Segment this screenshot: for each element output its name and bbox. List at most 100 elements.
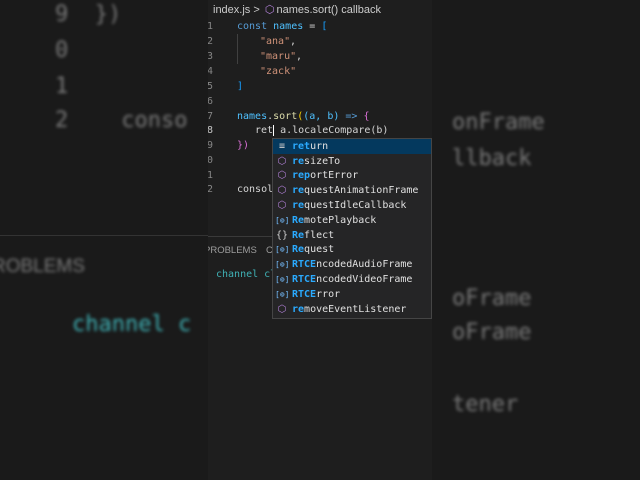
match-text: re <box>292 200 305 212</box>
code-token: names <box>273 21 304 32</box>
blurred-text: ROBLEMS <box>0 256 85 277</box>
code-token: sort <box>273 111 298 122</box>
blurred-background-right: onFrame llback oFrame oFrame tener <box>432 0 640 480</box>
line-number: 2 <box>208 36 214 47</box>
suggestion-item[interactable]: [⊚] RTCE ncodedAudioFrame <box>273 257 431 272</box>
code-token: "zack" <box>260 66 297 77</box>
method-icon: ⬡ <box>277 170 287 182</box>
line-number: 8 <box>208 125 214 136</box>
code-token: const <box>237 21 268 32</box>
line-number: 9 <box>208 140 214 151</box>
match-text: RTCE <box>292 288 317 300</box>
field-icon: [⊚] <box>275 260 290 270</box>
field-icon: [⊚] <box>275 215 290 225</box>
blurred-text: tener <box>452 392 519 417</box>
suggestion-item[interactable]: [⊚] RTCE ncodedVideoFrame <box>273 272 431 287</box>
match-text: RTCE <box>292 259 317 271</box>
method-cube-icon: ⬡ <box>264 4 275 16</box>
suggestion-label: moveEventListener <box>304 303 407 315</box>
line-number: 2 <box>208 184 214 195</box>
suggestion-label: flect <box>304 229 335 241</box>
code-token: (a, b) <box>303 111 340 122</box>
suggestion-label: questAnimationFrame <box>304 185 419 197</box>
suggestion-item[interactable]: ⬡ re moveEventListener <box>273 302 431 317</box>
suggestion-item[interactable]: {} Re flect <box>273 228 431 243</box>
suggestion-label: questIdleCallback <box>304 200 407 212</box>
blurred-text: 1 <box>55 74 69 99</box>
breadcrumb: index.js > ⬡ names.sort() callback <box>213 3 381 16</box>
divider <box>0 235 208 236</box>
suggestion-item[interactable]: ⬡ rep ortError <box>273 169 431 184</box>
code-token: = <box>303 21 322 32</box>
indent-guide <box>237 34 238 64</box>
suggestion-label: ncodedAudioFrame <box>316 259 413 271</box>
blurred-text: oFrame <box>452 286 532 311</box>
match-text: Re <box>292 229 305 241</box>
typed-text: ret <box>255 125 274 136</box>
suggestion-label: ncodedVideoFrame <box>316 274 413 286</box>
line-number: 1 <box>208 21 214 32</box>
method-icon: ⬡ <box>277 155 287 167</box>
line-number: 6 <box>208 96 214 107</box>
code-token: consol <box>237 184 274 195</box>
code-token: "ana" <box>260 36 291 47</box>
suggestion-label: urn <box>310 140 329 152</box>
editor-window: index.js > ⬡ names.sort() callback 1 const… <box>208 0 432 480</box>
field-icon: [⊚] <box>275 245 290 255</box>
match-text: Re <box>292 214 305 226</box>
keyword-icon: ≡ <box>278 140 286 152</box>
line-number: 7 <box>208 111 214 122</box>
line-number: 4 <box>208 66 214 77</box>
code-token: ] <box>237 81 244 92</box>
blurred-text: onFrame <box>452 110 545 135</box>
breadcrumb-separator: > <box>253 4 260 16</box>
match-text: re <box>292 155 305 167</box>
suggestion-item[interactable]: ⬡ re questAnimationFrame <box>273 183 431 198</box>
suggestion-label: ortError <box>310 170 359 182</box>
suggestion-label: sizeTo <box>304 155 341 167</box>
braces-icon: {} <box>275 229 289 241</box>
suggestion-item[interactable]: ≡ ret urn <box>273 139 431 154</box>
suggestion-item[interactable]: [⊚] RTCE rror <box>273 287 431 302</box>
method-icon: ⬡ <box>277 303 287 315</box>
suggestion-item[interactable]: [⊚] Re motePlayback <box>273 213 431 228</box>
suggestion-label: quest <box>304 244 335 256</box>
blurred-text: 2 conso <box>55 108 188 133</box>
suggestion-label: rror <box>316 288 341 300</box>
breadcrumb-symbol[interactable]: names.sort() callback <box>276 4 381 16</box>
code-token: names <box>237 111 268 122</box>
method-icon: ⬡ <box>277 200 287 212</box>
line-number: 1 <box>208 170 214 181</box>
inline-suggestion: a.localeCompare(b) <box>274 125 389 136</box>
tab-problems[interactable]: PROBLEMS <box>208 245 257 256</box>
match-text: RTCE <box>292 274 317 286</box>
breadcrumb-file[interactable]: index.js <box>213 4 250 16</box>
blurred-text: llback <box>452 146 532 171</box>
line-number: 0 <box>208 155 214 166</box>
blurred-background-left: 9 }) 0 1 2 conso ROBLEMS channel c <box>0 0 208 480</box>
suggestion-widget: ≡ ret urn ⬡ re sizeTo ⬡ rep ortError ⬡ re questAnim… <box>272 138 432 319</box>
terminal-output: channel cl <box>216 269 277 280</box>
match-text: Re <box>292 244 305 256</box>
code-token: "maru" <box>260 51 297 62</box>
blurred-text: 9 }) <box>55 2 122 27</box>
method-icon: ⬡ <box>277 185 287 197</box>
blurred-text: oFrame <box>452 320 532 345</box>
line-number: 5 <box>208 81 214 92</box>
suggestion-label: motePlayback <box>304 214 377 226</box>
match-text: re <box>292 185 305 197</box>
field-icon: [⊚] <box>275 275 290 285</box>
match-text: rep <box>292 170 311 182</box>
match-text: re <box>292 303 305 315</box>
field-icon: [⊚] <box>275 289 290 299</box>
code-token: => <box>339 111 364 122</box>
suggestion-item[interactable]: ⬡ re questIdleCallback <box>273 198 431 213</box>
blurred-text: 0 <box>55 38 69 63</box>
line-number: 3 <box>208 51 214 62</box>
code-token: }) <box>237 140 250 151</box>
code-token: [ <box>321 21 328 32</box>
suggestion-item[interactable]: ⬡ re sizeTo <box>273 154 431 169</box>
code-token: { <box>363 111 370 122</box>
suggestion-item[interactable]: [⊚] Re quest <box>273 243 431 258</box>
blurred-text: channel c <box>72 312 192 337</box>
